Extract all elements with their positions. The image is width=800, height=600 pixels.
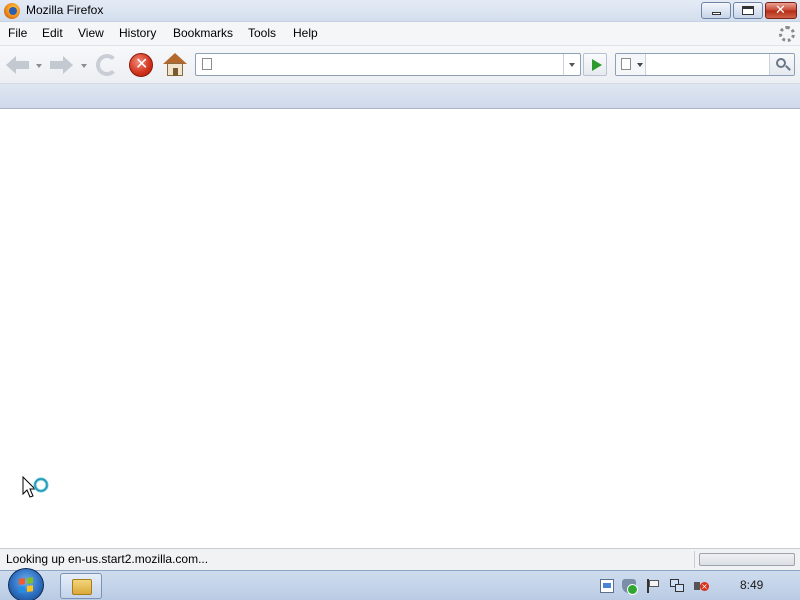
title-bar: Mozilla Firefox ✕ xyxy=(0,0,800,22)
stop-icon: ✕ xyxy=(135,54,149,73)
menu-edit[interactable]: Edit xyxy=(40,26,65,40)
chevron-down-icon xyxy=(637,63,643,67)
close-icon: ✕ xyxy=(775,3,786,18)
start-button[interactable] xyxy=(8,568,44,600)
search-engine-selector[interactable] xyxy=(616,54,646,75)
tray-action-center-icon[interactable] xyxy=(646,579,660,593)
maximize-icon xyxy=(742,6,754,15)
folder-icon xyxy=(72,579,92,595)
close-button[interactable]: ✕ xyxy=(765,2,797,19)
bookmarks-toolbar xyxy=(0,84,800,109)
tray-volume-muted-icon[interactable]: × xyxy=(694,579,709,593)
search-engine-icon xyxy=(621,58,631,70)
search-button[interactable] xyxy=(769,54,794,75)
url-input[interactable] xyxy=(218,56,558,73)
taskbar-clock[interactable]: 8:49 xyxy=(740,578,763,592)
firefox-icon xyxy=(4,3,20,19)
minimize-button[interactable] xyxy=(701,2,731,19)
status-text: Looking up en-us.start2.mozilla.com... xyxy=(6,552,209,566)
back-history-dropdown[interactable] xyxy=(36,64,42,68)
page-icon xyxy=(202,58,212,70)
status-bar: Looking up en-us.start2.mozilla.com... xyxy=(0,548,800,570)
tray-network-icon[interactable] xyxy=(670,579,684,593)
url-history-dropdown[interactable] xyxy=(563,54,580,75)
forward-arrow-icon xyxy=(63,56,73,74)
navigation-toolbar: ✕ xyxy=(0,46,800,84)
minimize-icon xyxy=(712,12,721,15)
progress-meter xyxy=(699,553,795,566)
windows-logo-icon xyxy=(19,577,33,593)
busy-cursor-icon xyxy=(22,476,49,498)
search-bar[interactable] xyxy=(615,53,795,76)
loading-throbber-icon xyxy=(779,26,795,42)
menu-view[interactable]: View xyxy=(76,26,106,40)
search-input[interactable] xyxy=(650,56,768,73)
page-content[interactable] xyxy=(0,110,800,548)
home-button[interactable] xyxy=(163,53,187,77)
menu-file[interactable]: File xyxy=(6,26,29,40)
tray-document-icon[interactable] xyxy=(600,579,614,593)
go-button[interactable] xyxy=(583,53,607,76)
taskbar-explorer-button[interactable] xyxy=(60,573,102,599)
tray-security-icon[interactable] xyxy=(622,579,638,595)
menu-history[interactable]: History xyxy=(117,26,158,40)
menu-tools[interactable]: Tools xyxy=(246,26,278,40)
reload-button[interactable] xyxy=(96,54,118,76)
menu-bookmarks[interactable]: Bookmarks xyxy=(171,26,235,40)
status-divider xyxy=(694,551,695,568)
forward-button[interactable] xyxy=(50,56,74,74)
menu-bar: File Edit View History Bookmarks Tools H… xyxy=(0,22,800,46)
chevron-down-icon xyxy=(569,63,575,67)
stop-button[interactable]: ✕ xyxy=(129,53,153,77)
maximize-button[interactable] xyxy=(733,2,763,19)
forward-history-dropdown[interactable] xyxy=(81,64,87,68)
taskbar: × 8:49 xyxy=(0,568,800,600)
back-button[interactable] xyxy=(6,56,30,74)
url-bar[interactable] xyxy=(195,53,581,76)
menu-help[interactable]: Help xyxy=(291,26,320,40)
go-arrow-icon xyxy=(592,59,602,71)
window-title: Mozilla Firefox xyxy=(26,3,104,17)
